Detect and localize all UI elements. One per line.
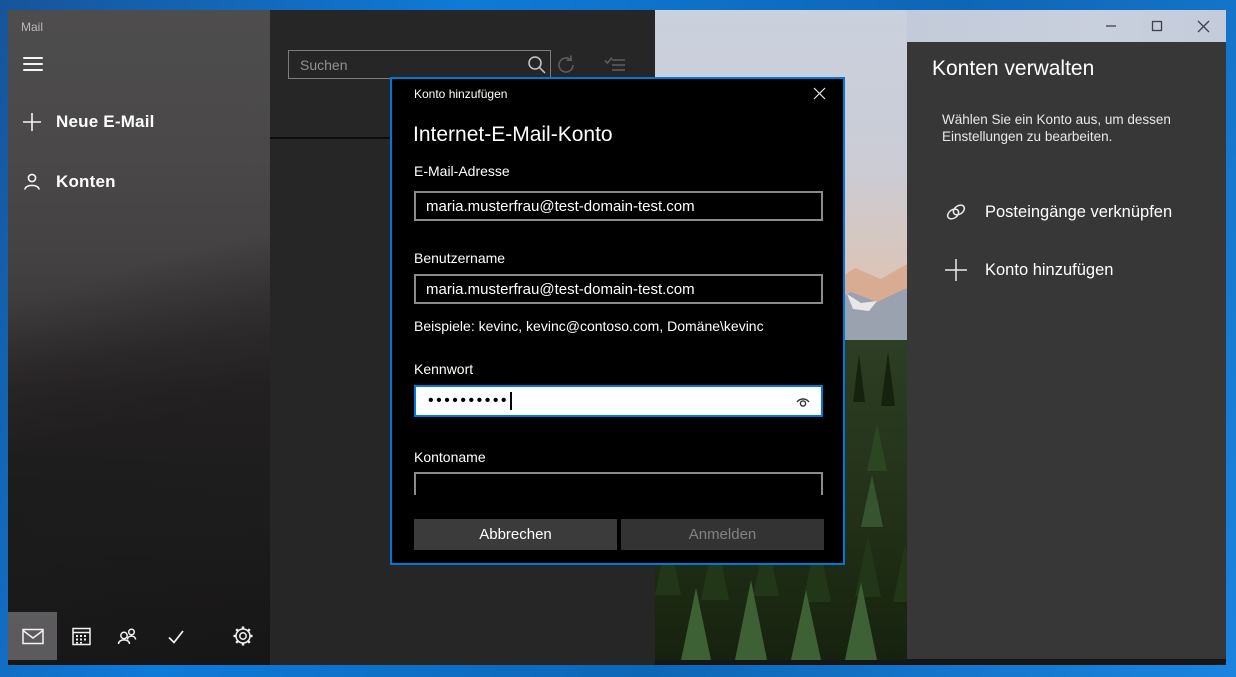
sidebar-item-accounts[interactable]: Konten (8, 165, 270, 199)
nav-people-button[interactable] (103, 612, 152, 660)
filter-icon (603, 54, 627, 76)
person-icon (22, 172, 42, 192)
nav-calendar-button[interactable] (57, 612, 106, 660)
eye-icon (793, 391, 813, 411)
password-field[interactable]: •••••••••• (414, 385, 823, 417)
manage-accounts-panel: Konten verwalten Wählen Sie ein Konto au… (907, 42, 1226, 659)
filter-button[interactable] (603, 54, 627, 76)
new-email-button[interactable]: Neue E-Mail (8, 105, 270, 139)
maximize-icon (1151, 20, 1163, 32)
dialog-button-row: Abbrechen Anmelden (414, 519, 824, 550)
reveal-password-button[interactable] (793, 391, 813, 411)
sync-button[interactable] (555, 54, 579, 76)
accounts-label: Konten (56, 172, 116, 192)
email-field[interactable] (414, 191, 823, 221)
app-content: Mail Neue E-Mail Konten (8, 10, 1226, 665)
minimize-icon (1105, 20, 1117, 32)
username-hint: Beispiele: kevinc, kevinc@contoso.com, D… (414, 318, 764, 334)
link-icon (943, 199, 969, 225)
caption-buttons (1088, 10, 1226, 42)
nav-mail-button[interactable] (8, 612, 57, 660)
mail-app-window: Mail Neue E-Mail Konten (0, 0, 1236, 677)
add-account-item[interactable]: Konto hinzufügen (907, 250, 1226, 290)
maximize-button[interactable] (1134, 10, 1180, 42)
calendar-icon (72, 627, 91, 646)
plus-icon (22, 112, 42, 132)
bottom-navigation (8, 612, 270, 660)
search-input[interactable] (289, 57, 524, 73)
search-icon[interactable] (524, 54, 550, 76)
panel-title: Konten verwalten (932, 57, 1094, 81)
nav-todo-button[interactable] (151, 612, 200, 660)
sync-icon (555, 54, 577, 76)
panel-description: Wählen Sie ein Konto aus, um dessen Eins… (942, 111, 1192, 145)
new-email-label: Neue E-Mail (56, 112, 155, 132)
account-name-label: Kontoname (414, 449, 486, 465)
close-button[interactable] (1180, 10, 1226, 42)
close-icon (1197, 20, 1210, 33)
cancel-button[interactable]: Abbrechen (414, 519, 617, 550)
password-masked-value: •••••••••• (428, 393, 509, 409)
account-name-field[interactable] (414, 472, 823, 495)
nav-settings-button[interactable] (218, 612, 267, 660)
add-account-label: Konto hinzufügen (985, 261, 1113, 280)
minimize-button[interactable] (1088, 10, 1134, 42)
text-caret (510, 392, 512, 410)
dialog-heading: Internet-E-Mail-Konto (413, 123, 613, 147)
dialog-title: Konto hinzufügen (414, 87, 507, 101)
link-inboxes-label: Posteingänge verknüpfen (985, 203, 1172, 222)
search-box (288, 50, 551, 79)
close-icon (812, 86, 827, 101)
sidebar: Mail Neue E-Mail Konten (8, 10, 270, 665)
dialog-close-button[interactable] (812, 86, 830, 104)
username-field[interactable] (414, 274, 823, 304)
email-label: E-Mail-Adresse (414, 163, 510, 179)
account-name-field-clipped (414, 472, 823, 495)
plus-icon (943, 257, 969, 283)
username-label: Benutzername (414, 250, 505, 266)
people-icon (117, 627, 138, 645)
app-title: Mail (21, 20, 43, 34)
add-account-dialog: Konto hinzufügen Internet-E-Mail-Konto E… (390, 77, 845, 565)
sign-in-button[interactable]: Anmelden (621, 519, 824, 550)
password-label: Kennwort (414, 361, 473, 377)
mail-icon (22, 628, 44, 645)
link-inboxes-item[interactable]: Posteingänge verknüpfen (907, 192, 1226, 232)
hamburger-menu-button[interactable] (23, 57, 43, 72)
todo-check-icon (166, 628, 186, 645)
settings-gear-icon (233, 626, 253, 646)
